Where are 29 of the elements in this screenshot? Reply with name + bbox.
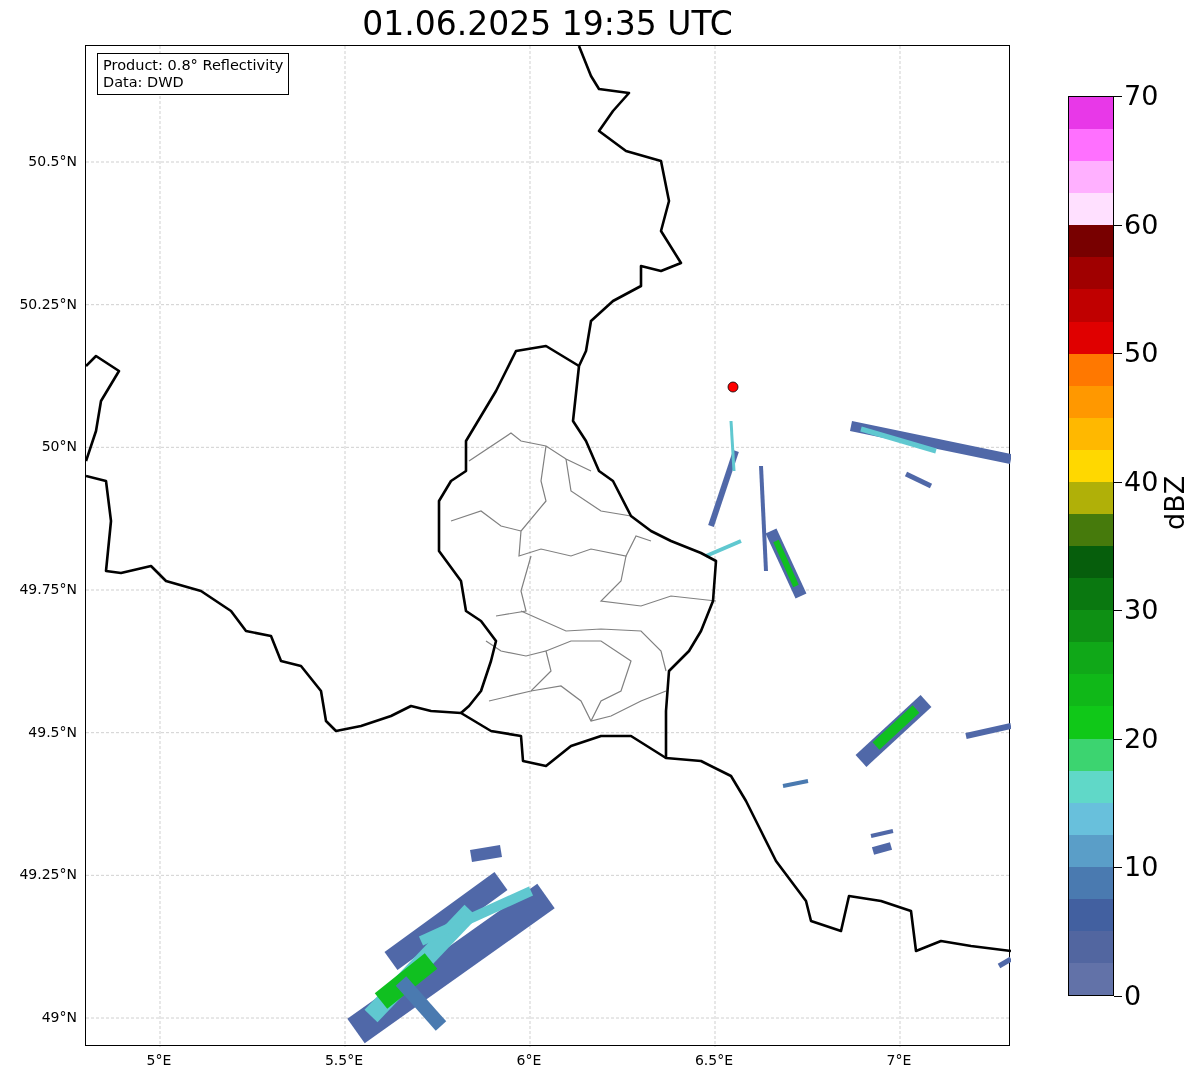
latitude-label: 49°N [41, 1009, 77, 1025]
radar-echo [997, 956, 1011, 969]
colorbar-tick-label: 0 [1124, 981, 1142, 1011]
latitude-label: 50.5°N [28, 153, 77, 169]
longitude-label: 7°E [886, 1052, 912, 1068]
latitude-label: 50°N [41, 438, 77, 455]
tick-mark [1114, 996, 1122, 997]
longitude-label: 5°E [146, 1052, 172, 1068]
latitude-label: 50.25°N [19, 295, 77, 312]
latitude-label: 49.75°N [19, 581, 77, 597]
latitude-label: 49.25°N [19, 866, 77, 883]
colorbar-label: dBZ [1160, 475, 1190, 530]
colorbar-tick-label: 70 [1124, 81, 1159, 111]
colorbar-tick-label: 10 [1124, 852, 1159, 883]
chart-title: 01.06.2025 19:35 UTC [361, 4, 734, 44]
colorbar-tick-label: 50 [1124, 338, 1159, 369]
info-text: Product: 0.8° Reflectivity [103, 57, 284, 74]
longitude-label: 6.5°E [694, 1052, 734, 1068]
colorbar-tick-label: 60 [1124, 209, 1159, 240]
latitude-label: 49.5°N [28, 723, 77, 740]
radar-site-marker [727, 381, 739, 393]
longitude-label: 6°E [516, 1052, 542, 1068]
colorbar-tick-label: 40 [1124, 466, 1159, 497]
longitude-label: 5.5°E [324, 1052, 364, 1068]
radar-echo [782, 779, 809, 788]
info-text: Data: DWD [103, 74, 185, 91]
colorbar-tick-label: 30 [1124, 595, 1159, 626]
radar-echo [870, 829, 894, 855]
colorbar-tick-label: 20 [1124, 723, 1159, 754]
